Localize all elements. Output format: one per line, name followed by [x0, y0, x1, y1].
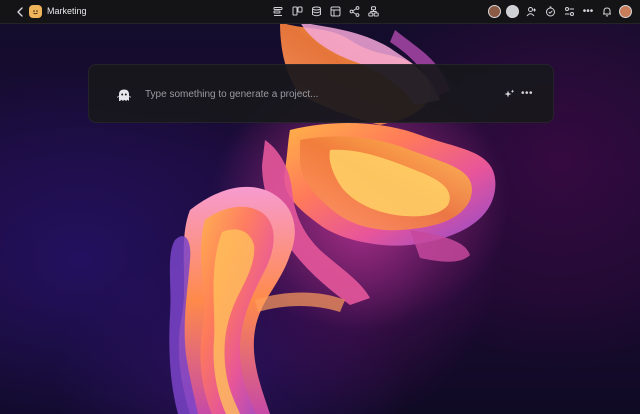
view-toolbar — [272, 5, 380, 18]
bell-icon — [603, 6, 611, 16]
toggle-settings-icon — [564, 6, 574, 16]
database-icon — [312, 6, 321, 17]
project-name[interactable]: Marketing — [47, 5, 87, 18]
workflow-icon — [368, 6, 379, 17]
collaborator-avatar-1[interactable] — [488, 4, 501, 18]
prompt-icon — [116, 87, 132, 103]
prompt-more-button[interactable]: ••• — [520, 87, 534, 99]
add-user-button[interactable] — [524, 4, 538, 18]
ghost-icon — [117, 89, 131, 101]
board-view-button[interactable] — [291, 5, 304, 18]
generate-project-prompt: ••• — [88, 64, 554, 123]
back-button[interactable] — [14, 5, 26, 19]
project-icon — [29, 5, 42, 18]
toggle-settings-button[interactable] — [562, 4, 576, 18]
ribbon-artwork — [169, 22, 510, 414]
chevron-left-icon — [17, 7, 23, 17]
collaborator-avatar-2[interactable] — [506, 4, 519, 18]
prompt-input[interactable] — [145, 86, 485, 102]
more-options-button[interactable]: ••• — [581, 4, 595, 18]
check-timer-icon — [545, 6, 555, 16]
board-view-icon — [292, 6, 303, 16]
background-artwork — [0, 0, 640, 414]
generate-button[interactable] — [503, 88, 515, 100]
current-user-avatar[interactable] — [619, 4, 632, 18]
topbar-actions: ••• — [488, 4, 632, 18]
list-view-icon — [273, 7, 283, 16]
add-user-icon — [526, 6, 536, 16]
table-view-button[interactable] — [329, 5, 342, 18]
list-view-button[interactable] — [272, 5, 285, 18]
table-view-icon — [330, 6, 341, 17]
workflow-button[interactable] — [367, 5, 380, 18]
share-nodes-button[interactable] — [348, 5, 361, 18]
smiley-folder-icon — [33, 10, 38, 15]
share-nodes-icon — [349, 6, 360, 17]
top-bar: Marketing ••• — [0, 0, 640, 24]
sparkle-icon — [504, 89, 514, 97]
notifications-button[interactable] — [600, 4, 614, 18]
timer-button[interactable] — [543, 4, 557, 18]
database-button[interactable] — [310, 5, 323, 18]
